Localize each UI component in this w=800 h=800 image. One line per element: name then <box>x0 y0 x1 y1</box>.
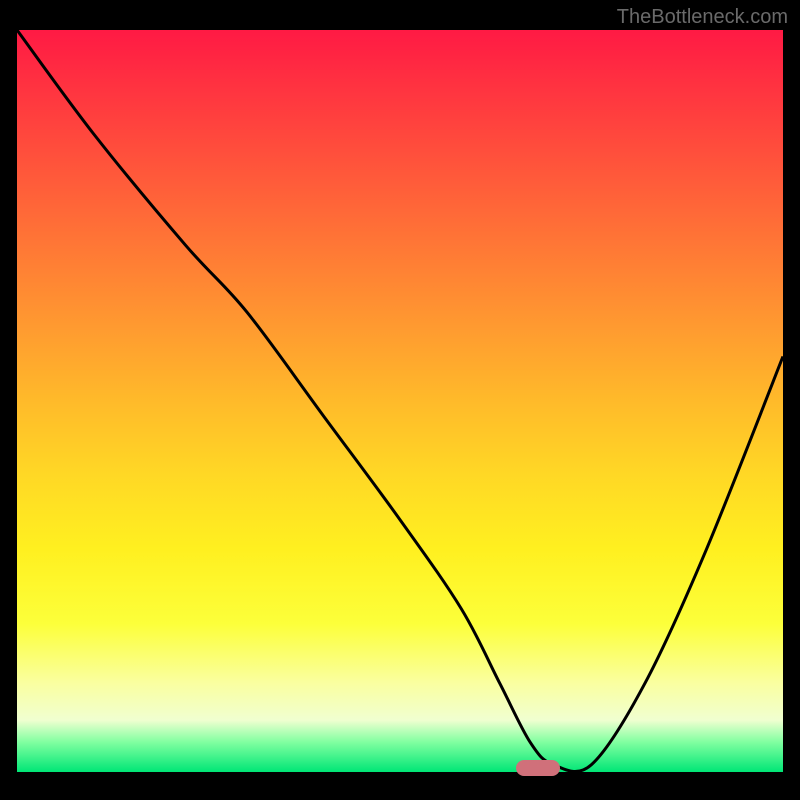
chart-curve-svg <box>17 30 783 772</box>
optimal-point-marker <box>516 760 560 776</box>
bottleneck-curve <box>17 30 783 772</box>
watermark-text: TheBottleneck.com <box>617 6 788 29</box>
